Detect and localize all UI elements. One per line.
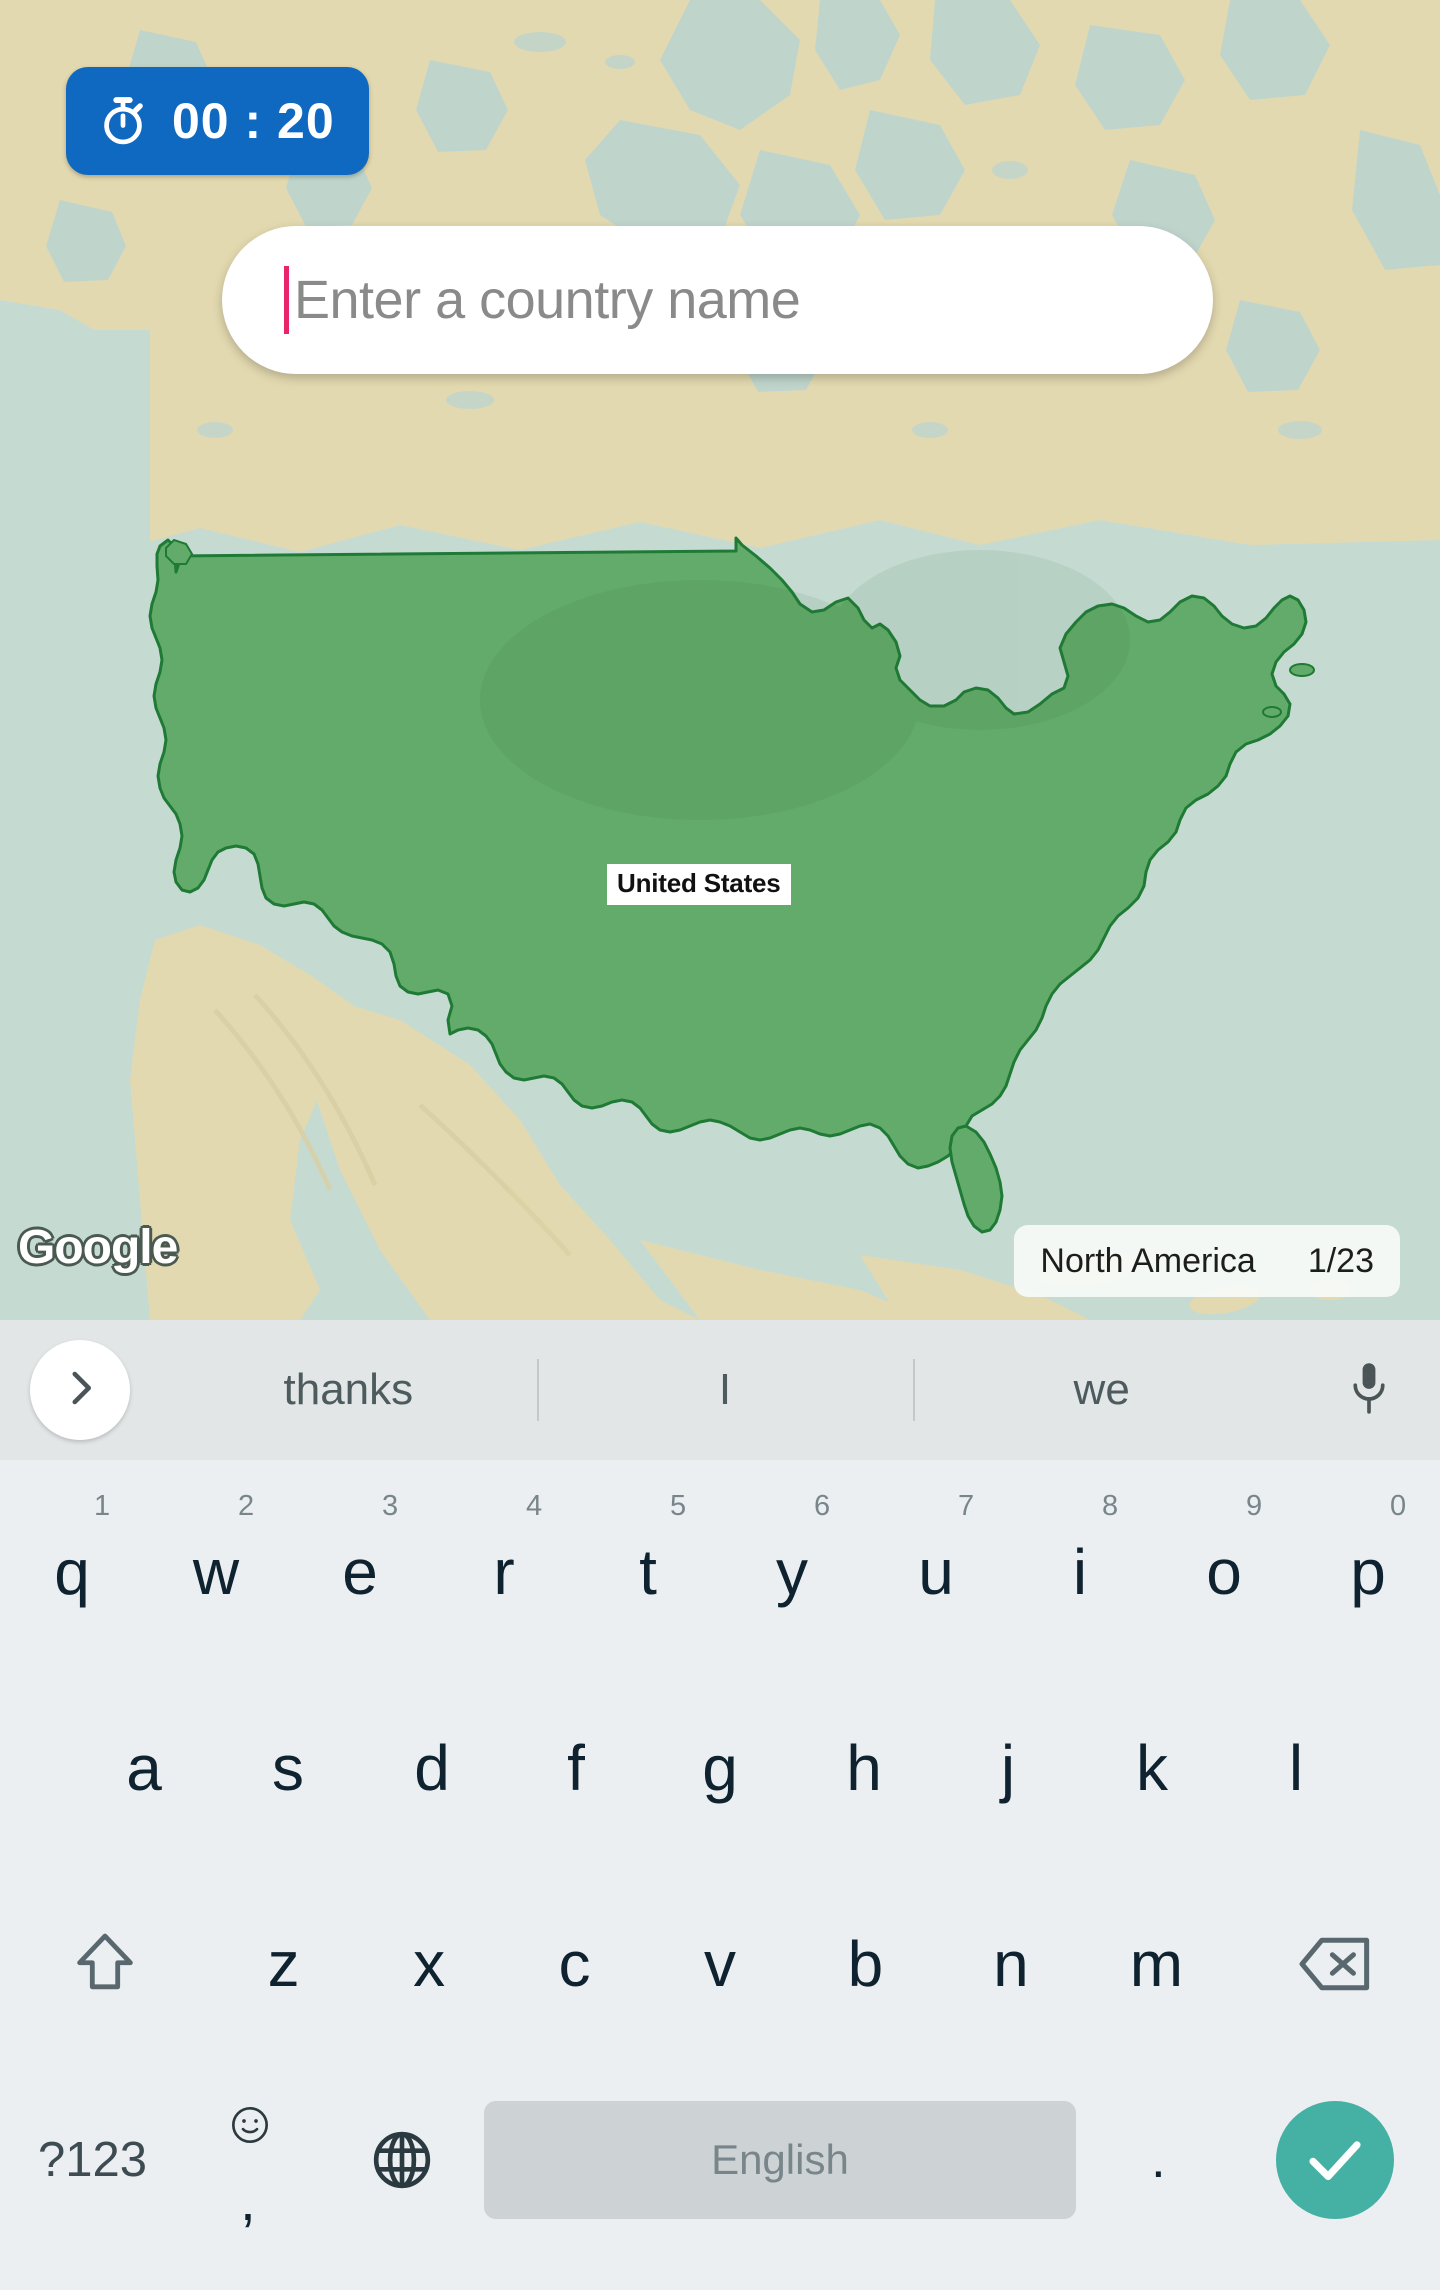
keyboard-row-4: ?123 , English .: [0, 2062, 1440, 2258]
key-u[interactable]: 7 u: [864, 1474, 1008, 1670]
key-i-number: 8: [1102, 1490, 1119, 1522]
key-g[interactable]: g: [648, 1670, 792, 1866]
key-z[interactable]: z: [211, 1866, 356, 2062]
key-t-label: t: [639, 1536, 657, 1608]
timer-badge: 00 : 20: [66, 67, 369, 175]
key-e[interactable]: 3 e: [288, 1474, 432, 1670]
map-canvas[interactable]: United States Google North America 1/23 …: [0, 0, 1440, 1320]
key-i[interactable]: 8 i: [1008, 1474, 1152, 1670]
map-country-label: United States: [607, 864, 791, 905]
region-name-label: North America: [1040, 1241, 1256, 1280]
key-e-label: e: [342, 1536, 378, 1608]
globe-icon: [371, 2129, 433, 2191]
key-l[interactable]: l: [1224, 1670, 1368, 1866]
key-y[interactable]: 6 y: [720, 1474, 864, 1670]
key-q-label: q: [54, 1536, 90, 1608]
period-key[interactable]: .: [1086, 2062, 1230, 2258]
map-graphic: [0, 0, 1440, 1320]
chevron-right-icon: [59, 1367, 101, 1414]
enter-key[interactable]: [1231, 2062, 1440, 2258]
shift-icon: [74, 1931, 136, 1997]
key-i-label: i: [1072, 1536, 1088, 1608]
key-p-label: p: [1350, 1536, 1386, 1608]
key-o-number: 9: [1246, 1490, 1263, 1522]
space-key[interactable]: English: [474, 2062, 1086, 2258]
key-t[interactable]: 5 t: [576, 1474, 720, 1670]
keyboard-rows: 1 q 2 w 3 e 4 r 5 t 6 y 7 u 8 i 9 o 0 p …: [0, 1460, 1440, 2258]
suggestion-item-1[interactable]: thanks: [160, 1365, 537, 1415]
key-t-number: 5: [670, 1490, 687, 1522]
microphone-icon: [1347, 1358, 1391, 1423]
key-x[interactable]: x: [356, 1866, 501, 2062]
suggestion-item-3[interactable]: we: [913, 1365, 1290, 1415]
expand-toolbar-button[interactable]: [30, 1340, 130, 1440]
key-a[interactable]: a: [72, 1670, 216, 1866]
key-r-number: 4: [526, 1490, 543, 1522]
emoji-icon: [230, 2105, 270, 2145]
backspace-key[interactable]: [1229, 1866, 1440, 2062]
key-p[interactable]: 0 p: [1296, 1474, 1440, 1670]
comma-label: ,: [240, 2169, 256, 2232]
key-w[interactable]: 2 w: [144, 1474, 288, 1670]
search-placeholder: Enter a country name: [294, 270, 801, 330]
shift-key[interactable]: [0, 1866, 211, 2062]
key-d[interactable]: d: [360, 1670, 504, 1866]
microphone-button[interactable]: [1336, 1357, 1402, 1423]
key-m[interactable]: m: [1084, 1866, 1229, 2062]
text-caret: [284, 266, 289, 334]
keyboard-row-1: 1 q 2 w 3 e 4 r 5 t 6 y 7 u 8 i 9 o 0 p: [0, 1474, 1440, 1670]
key-w-label: w: [192, 1536, 240, 1608]
timer-value: 00 : 20: [172, 93, 335, 149]
key-o[interactable]: 9 o: [1152, 1474, 1296, 1670]
check-icon: [1302, 2127, 1368, 2193]
key-r[interactable]: 4 r: [432, 1474, 576, 1670]
key-n[interactable]: n: [938, 1866, 1083, 2062]
keyboard-row-3: z x c v b n m: [0, 1866, 1440, 2062]
key-e-number: 3: [382, 1490, 399, 1522]
key-r-label: r: [493, 1536, 515, 1608]
on-screen-keyboard[interactable]: thanks I we 1 q 2 w 3 e 4 r 5 t 6 y 7 u …: [0, 1320, 1440, 2290]
key-w-number: 2: [238, 1490, 255, 1522]
key-y-label: y: [776, 1536, 808, 1608]
space-key-label: English: [483, 2101, 1077, 2219]
suggestion-item-2[interactable]: I: [537, 1365, 914, 1415]
emoji-comma-key[interactable]: ,: [185, 2062, 329, 2258]
key-u-number: 7: [958, 1490, 975, 1522]
app-root: United States Google North America 1/23 …: [0, 0, 1440, 2290]
key-v[interactable]: v: [647, 1866, 792, 2062]
key-u-label: u: [918, 1536, 954, 1608]
region-progress-pill: North America 1/23: [1014, 1225, 1400, 1297]
key-k[interactable]: k: [1080, 1670, 1224, 1866]
key-s[interactable]: s: [216, 1670, 360, 1866]
google-logo: Google: [18, 1221, 178, 1274]
key-y-number: 6: [814, 1490, 831, 1522]
key-o-label: o: [1206, 1536, 1242, 1608]
key-b[interactable]: b: [793, 1866, 938, 2062]
progress-counter: 1/23: [1307, 1241, 1374, 1280]
key-j[interactable]: j: [936, 1670, 1080, 1866]
key-q-number: 1: [94, 1490, 111, 1522]
symbols-key[interactable]: ?123: [0, 2062, 185, 2258]
stopwatch-icon: [96, 94, 150, 148]
key-p-number: 0: [1390, 1490, 1407, 1522]
key-c[interactable]: c: [502, 1866, 647, 2062]
language-switch-key[interactable]: [329, 2062, 473, 2258]
key-h[interactable]: h: [792, 1670, 936, 1866]
suggestion-bar: thanks I we: [0, 1320, 1440, 1460]
key-f[interactable]: f: [504, 1670, 648, 1866]
suggestion-list: thanks I we: [160, 1320, 1290, 1460]
keyboard-row-2: a s d f g h j k l: [0, 1670, 1440, 1866]
key-q[interactable]: 1 q: [0, 1474, 144, 1670]
backspace-icon: [1298, 1935, 1372, 1993]
country-search-field[interactable]: Enter a country name: [222, 226, 1213, 374]
